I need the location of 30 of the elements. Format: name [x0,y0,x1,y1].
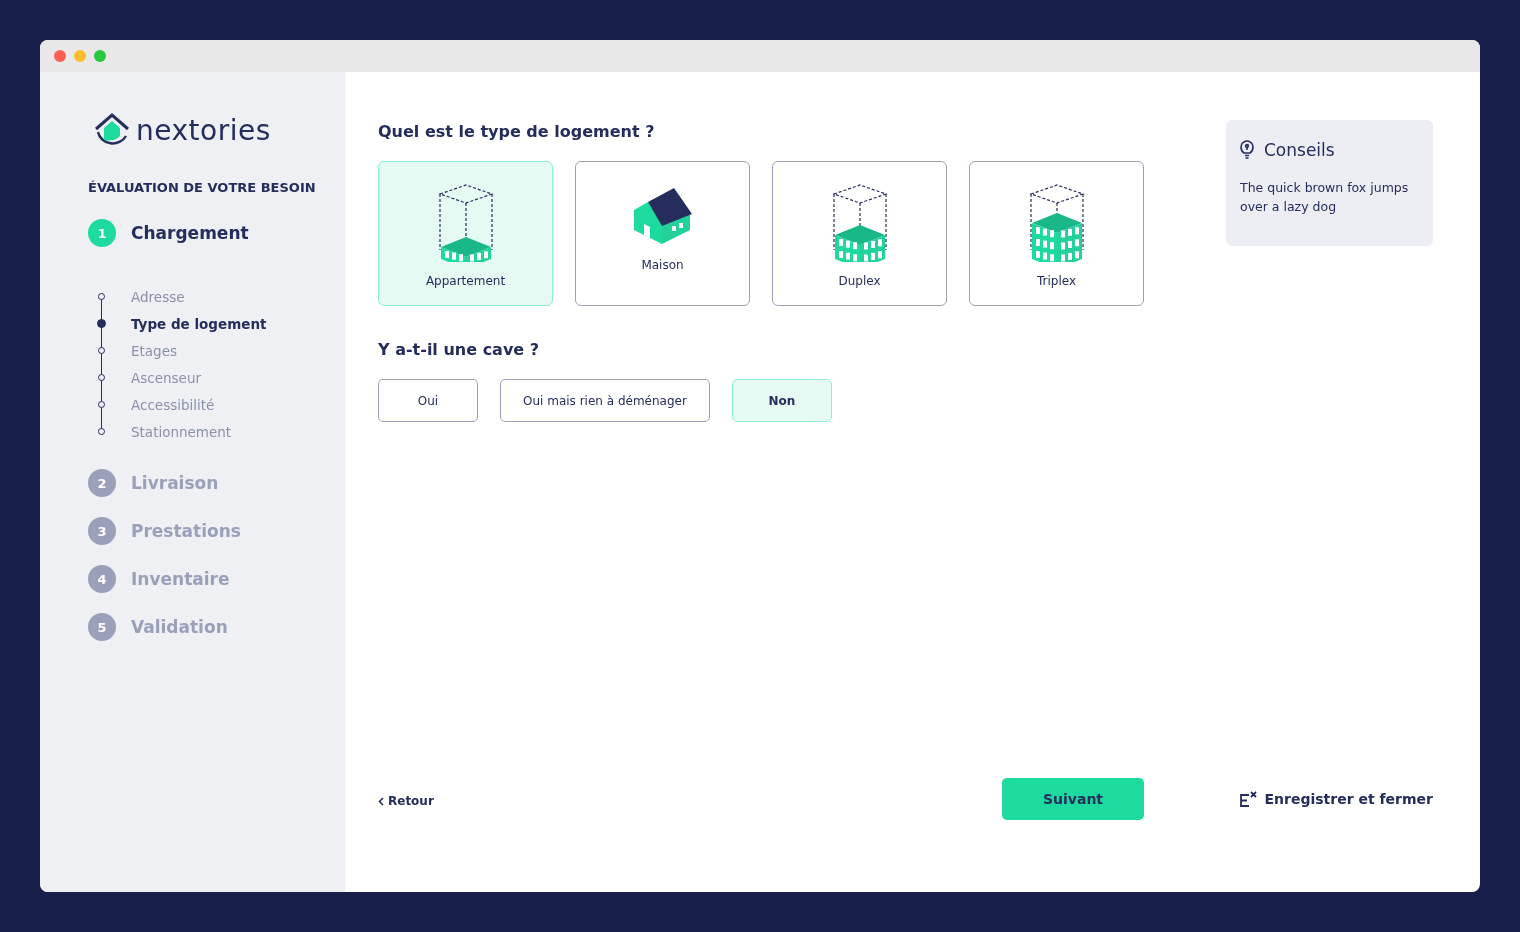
logo-text: nextories [136,113,271,147]
housing-option-card[interactable]: Duplex [772,161,947,306]
tips-title: Conseils [1264,140,1335,160]
back-link[interactable]: Retour [378,794,434,808]
logo-icon [92,112,132,148]
chevron-left-icon [378,796,384,806]
housing-option-card[interactable]: Maison [575,161,750,306]
next-button[interactable]: Suivant [1002,778,1144,820]
step-number: 5 [88,613,116,641]
housing-option-card[interactable]: Appartement [378,161,553,306]
answer-option[interactable]: Non [731,379,832,422]
substep-label[interactable]: Type de logement [131,315,267,332]
question-title: Quel est le type de logement ? [378,122,656,141]
answer-option[interactable]: Oui [378,379,478,422]
step-label[interactable]: Chargement [131,223,249,243]
maximize-icon[interactable] [94,50,106,62]
step-number: 1 [88,219,116,247]
step-number: 3 [88,517,116,545]
exit-icon [1238,791,1257,807]
close-icon[interactable] [54,50,66,62]
tips-text: The quick brown fox jumps over a lazy dog [1240,179,1410,216]
lightbulb-icon [1240,140,1254,160]
question-title: Y a-t-il une cave ? [378,340,541,359]
minimize-icon[interactable] [74,50,86,62]
answer-option[interactable]: Oui mais rien à déménager [500,379,710,422]
step-number: 4 [88,565,116,593]
step-number: 2 [88,469,116,497]
section-heading: ÉVALUATION DE VOTRE BESOIN [88,180,317,195]
save-and-close-link[interactable]: Enregistrer et fermer [1238,791,1433,807]
housing-option-card[interactable]: Triplex [969,161,1144,306]
